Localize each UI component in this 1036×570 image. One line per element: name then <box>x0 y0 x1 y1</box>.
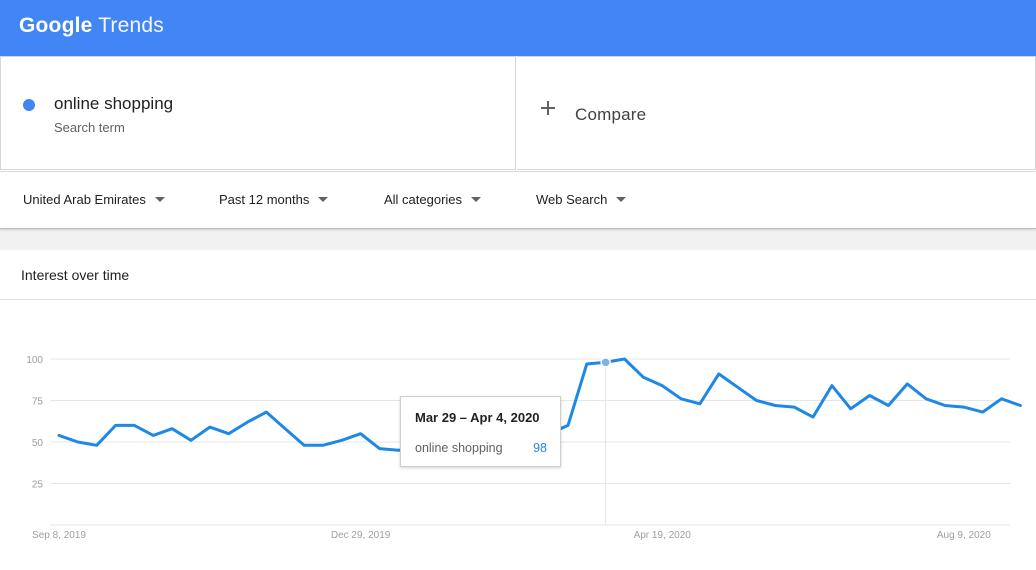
x-tick-label: Aug 9, 2020 <box>937 530 991 541</box>
x-tick-label: Dec 29, 2019 <box>331 530 391 541</box>
tooltip-value: 98 <box>533 441 547 455</box>
tooltip-date: Mar 29 – Apr 4, 2020 <box>415 410 540 425</box>
x-tick-label: Apr 19, 2020 <box>634 530 692 541</box>
chart-tooltip: Mar 29 – Apr 4, 2020 online shopping 98 <box>400 396 561 467</box>
y-tick-label: 75 <box>32 397 44 408</box>
x-tick-label: Sep 8, 2019 <box>32 530 86 541</box>
highlight-point <box>600 357 611 368</box>
interest-line-chart[interactable]: 25 50 75 100 Sep 8, 2019 Dec 29, 2019 Apr 19, … <box>0 0 1036 570</box>
tooltip-term: online shopping <box>415 441 503 455</box>
y-tick-label: 50 <box>32 438 44 449</box>
y-tick-label: 100 <box>26 355 43 366</box>
y-tick-label: 25 <box>32 480 44 491</box>
